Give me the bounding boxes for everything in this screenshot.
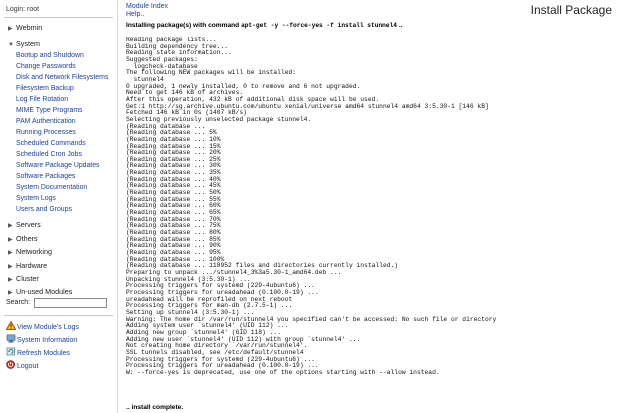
search-row: Search: [6,297,107,309]
module-scheduled-cron-jobs[interactable]: Scheduled Cron Jobs [16,150,82,160]
search-label: Search: [6,299,31,306]
heading-command: apt-get -y --force-yes -f install stunne… [241,22,398,29]
module-disk-network-filesystems[interactable]: Disk and Network Filesystems [16,73,108,83]
chevron-down-icon: ▼ [8,42,14,48]
chevron-right-icon: ▶ [8,237,13,243]
link-label: Logout [17,363,39,370]
category-label: System [16,39,40,48]
category-label: Un-used Modules [16,287,73,296]
module-pam-authentication[interactable]: PAM Authentication [16,117,76,127]
link-label: System Information [17,337,78,344]
category-label: Hardware [16,261,48,270]
chevron-right-icon: ▶ [8,277,13,283]
module-mime-type-programs[interactable]: MIME Type Programs [16,106,83,116]
sidebar: Login: root ▶ Webmin ▼ System Bootup and S… [0,0,118,413]
view-module-logs-link[interactable]: View Module's Logs [6,321,79,332]
category-label: Servers [16,220,41,229]
category-webmin[interactable]: ▶ Webmin [8,22,42,33]
heading-suffix: .. [398,22,403,29]
search-input[interactable] [34,298,107,308]
category-label: Networking [16,247,52,256]
output-line: W: --force-yes is deprecated, use one of… [126,368,440,376]
chevron-right-icon: ▶ [8,250,13,256]
refresh-modules-link[interactable]: Refresh Modules [6,347,70,358]
module-index-link[interactable]: Module Index [126,3,168,10]
sidebar-divider-bottom [4,315,113,316]
category-label: Webmin [16,23,43,32]
main-content: Module Index Help.. Install Package Inst… [126,0,616,413]
category-unused-modules[interactable]: ▶ Un-used Modules [8,286,72,297]
page-title: Install Package [530,3,612,17]
link-label: View Module's Logs [17,324,79,331]
system-information-link[interactable]: System Information [6,334,77,345]
category-networking[interactable]: ▶ Networking [8,246,52,257]
warning-icon [6,321,16,330]
category-label: Others [16,234,38,243]
category-servers[interactable]: ▶ Servers [8,219,41,230]
computer-icon [6,334,16,343]
sidebar-divider-top [4,17,113,18]
module-software-package-updates[interactable]: Software Package Updates [16,161,100,171]
category-system[interactable]: ▼ System [8,38,40,49]
heading-prefix: Installing package(s) with command [126,22,240,29]
module-filesystem-backup[interactable]: Filesystem Backup [16,84,74,94]
module-scheduled-commands[interactable]: Scheduled Commands [16,139,86,149]
command-output: Reading package lists... Building depend… [126,37,614,376]
install-command-heading: Installing package(s) with command apt-g… [126,22,403,29]
module-users-and-groups[interactable]: Users and Groups [16,205,72,215]
category-label: Cluster [16,274,39,283]
chevron-right-icon: ▶ [8,264,13,270]
module-system-logs[interactable]: System Logs [16,194,56,204]
login-label: Login: root [6,6,40,13]
category-others[interactable]: ▶ Others [8,233,38,244]
module-system-documentation[interactable]: System Documentation [16,183,87,193]
module-software-packages[interactable]: Software Packages [16,172,75,182]
module-log-file-rotation[interactable]: Log File Rotation [16,95,68,105]
module-bootup-and-shutdown[interactable]: Bootup and Shutdown [16,51,84,61]
logout-icon [6,360,15,369]
install-complete-message: .. install complete. [126,404,184,411]
refresh-icon [6,347,15,356]
category-hardware[interactable]: ▶ Hardware [8,260,47,271]
help-link[interactable]: Help.. [126,11,144,18]
chevron-right-icon: ▶ [8,223,13,229]
module-change-passwords[interactable]: Change Passwords [16,62,76,72]
category-cluster[interactable]: ▶ Cluster [8,273,39,284]
logout-link[interactable]: Logout [6,360,38,371]
module-running-processes[interactable]: Running Processes [16,128,76,138]
chevron-right-icon: ▶ [8,26,13,32]
link-label: Refresh Modules [17,350,70,357]
